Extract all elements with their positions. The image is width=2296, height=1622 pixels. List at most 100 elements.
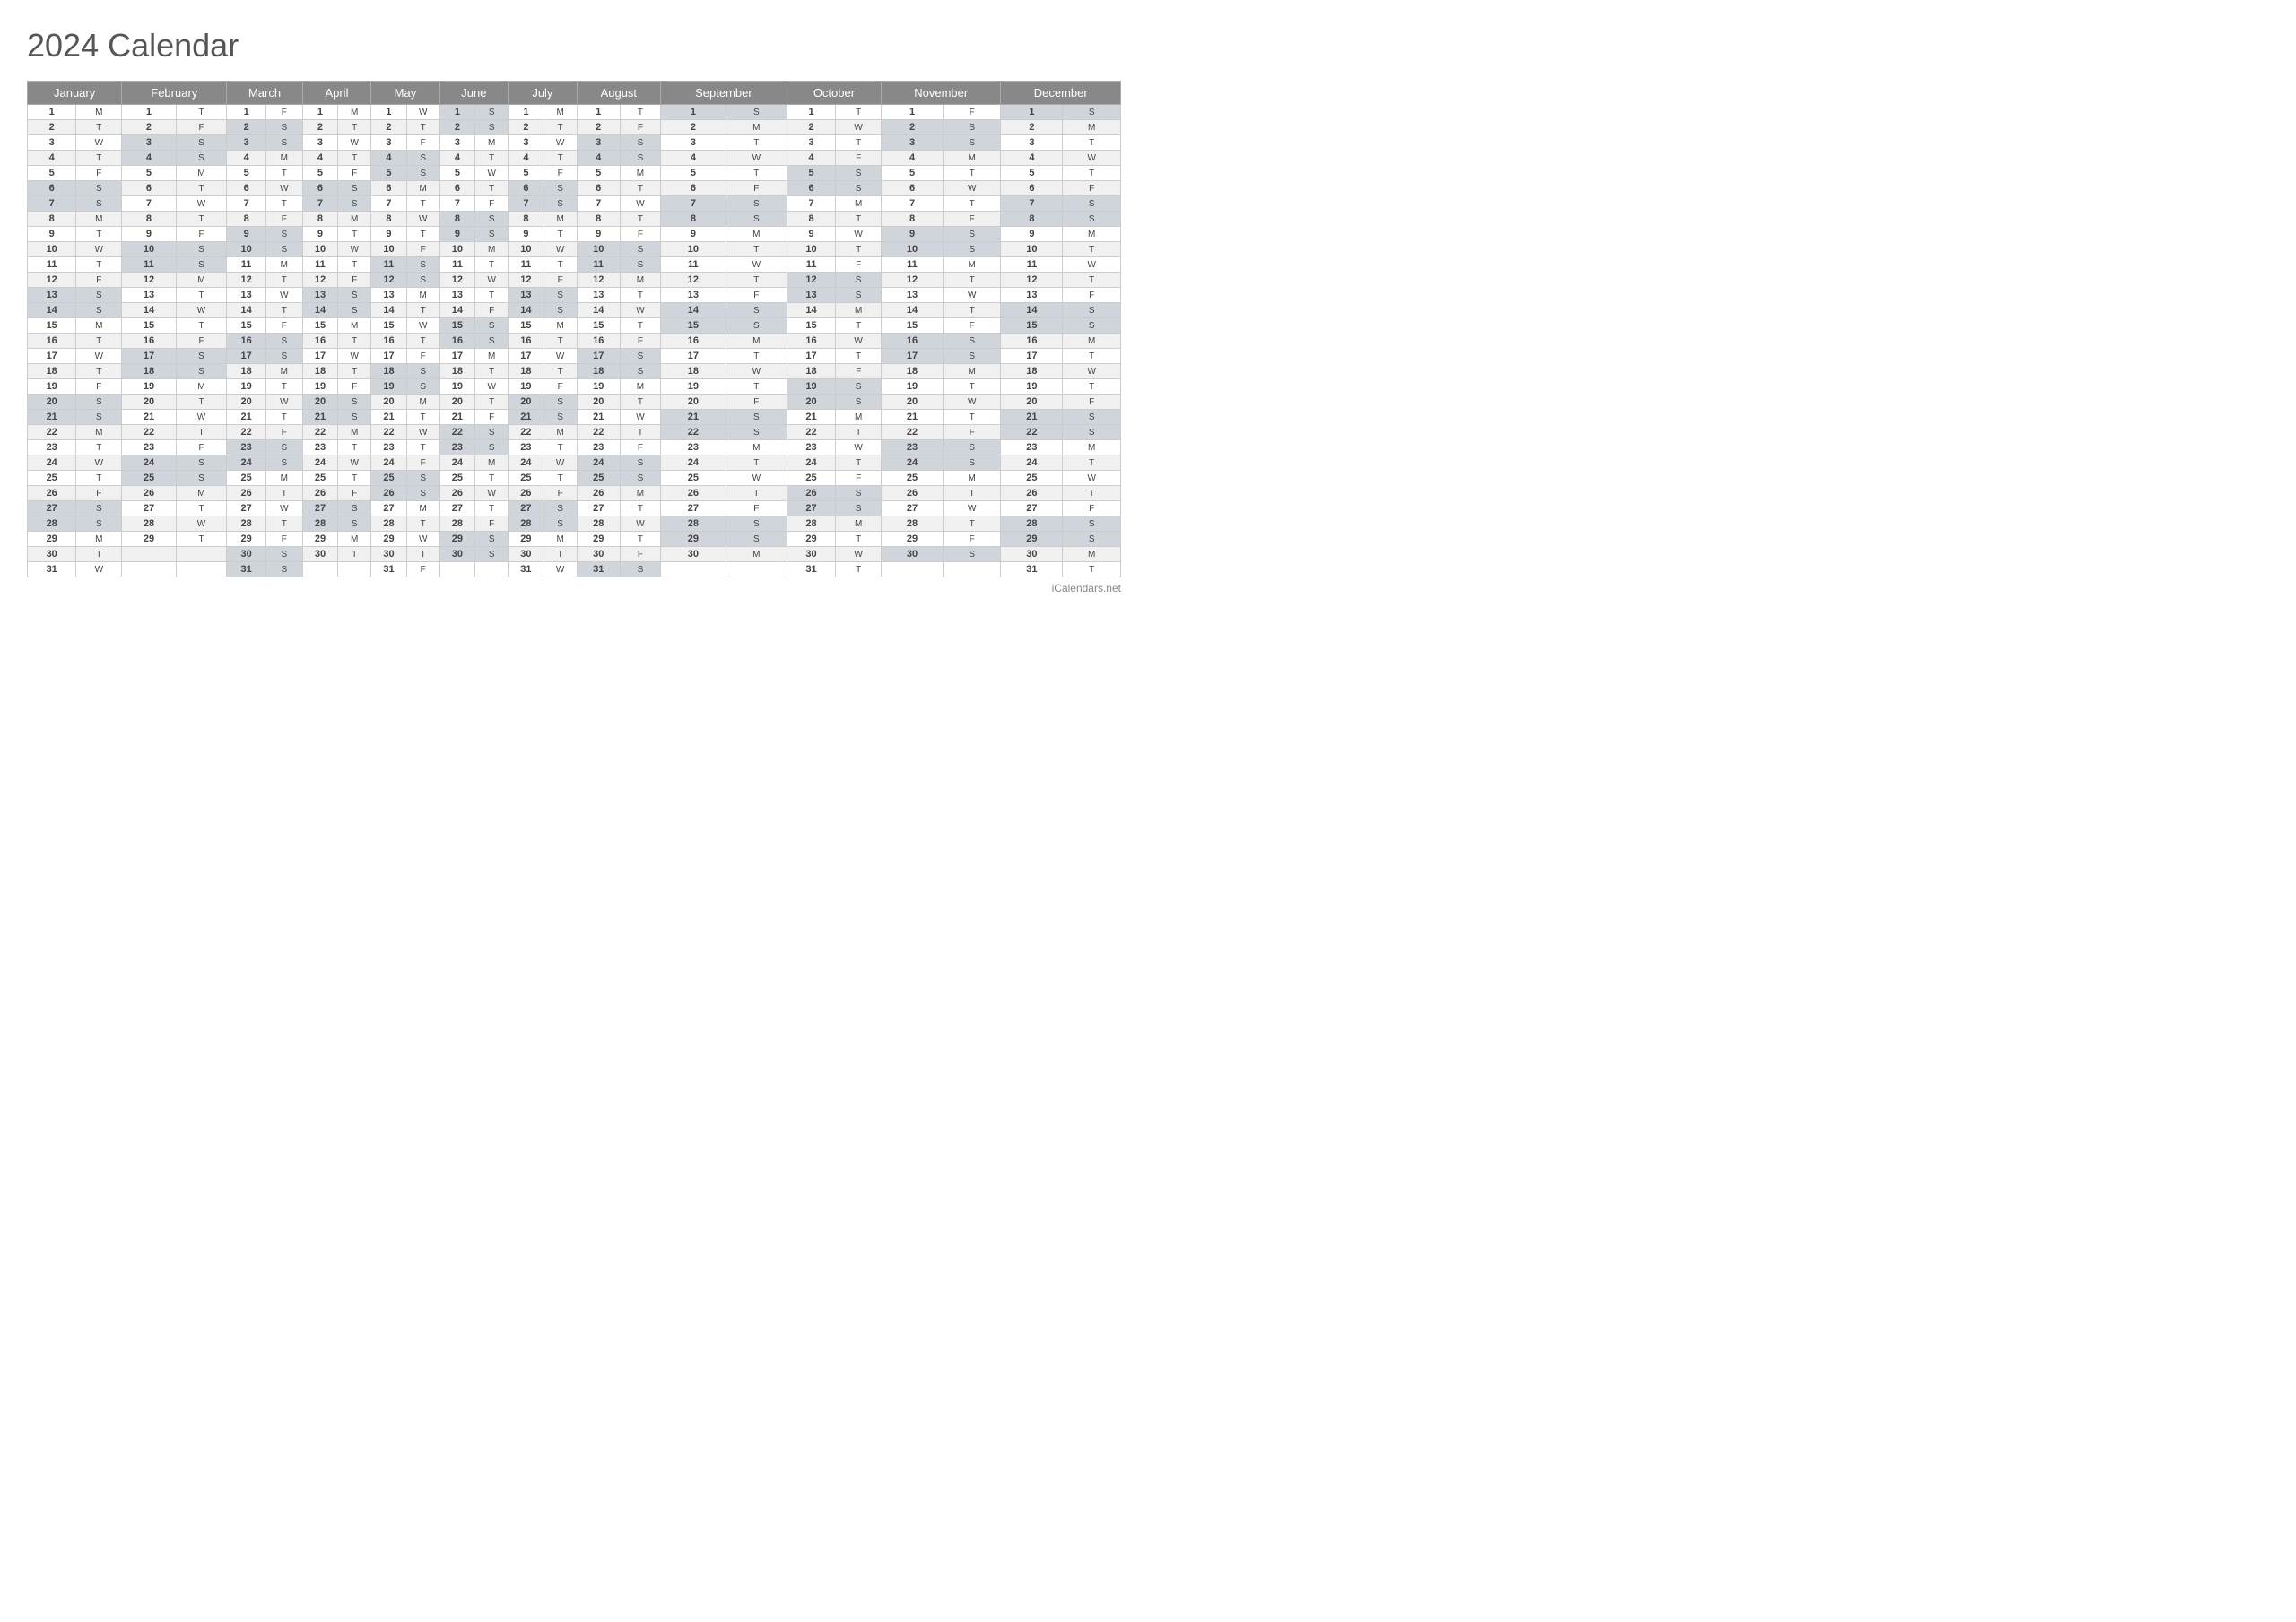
day-letter: W [836, 440, 882, 455]
day-letter: W [836, 227, 882, 242]
day-letter: T [76, 334, 122, 349]
day-num: 21 [122, 410, 177, 425]
day-num: 18 [509, 364, 544, 379]
day-num: 12 [882, 273, 944, 288]
day-num: 22 [122, 425, 177, 440]
day-letter: S [836, 379, 882, 395]
day-letter: T [620, 288, 660, 303]
day-num: 24 [122, 455, 177, 471]
day-letter: S [265, 547, 302, 562]
day-num: 26 [122, 486, 177, 501]
day-num: 24 [439, 455, 475, 471]
day-num: 14 [227, 303, 266, 318]
day-num: 1 [509, 105, 544, 120]
day-letter: T [176, 501, 227, 516]
day-letter: T [544, 120, 577, 135]
day-num: 28 [371, 516, 407, 532]
day-num: 14 [882, 303, 944, 318]
day-letter: S [1063, 425, 1121, 440]
day-letter: T [76, 257, 122, 273]
day-letter: T [76, 120, 122, 135]
day-letter: M [620, 273, 660, 288]
day-letter: F [406, 562, 439, 577]
day-letter: T [726, 273, 787, 288]
day-num: 28 [122, 516, 177, 532]
day-num: 22 [439, 425, 475, 440]
day-letter: M [76, 425, 122, 440]
day-letter: T [338, 151, 371, 166]
day-letter: T [836, 349, 882, 364]
day-num: 17 [882, 349, 944, 364]
day-num: 8 [509, 212, 544, 227]
day-letter: T [265, 273, 302, 288]
day-letter: M [544, 105, 577, 120]
day-num: 18 [577, 364, 620, 379]
day-num: 17 [227, 349, 266, 364]
day-letter: T [76, 547, 122, 562]
day-letter: S [726, 318, 787, 334]
day-letter: S [76, 410, 122, 425]
day-letter: M [620, 379, 660, 395]
day-letter: W [620, 303, 660, 318]
day-num: 9 [661, 227, 726, 242]
day-letter: F [544, 273, 577, 288]
day-num: 8 [227, 212, 266, 227]
day-num: 30 [577, 547, 620, 562]
day-num: 17 [302, 349, 338, 364]
day-num: 29 [28, 532, 76, 547]
day-letter [176, 547, 227, 562]
day-letter: T [176, 105, 227, 120]
day-num: 13 [661, 288, 726, 303]
day-num: 27 [122, 501, 177, 516]
month-header-february: February [122, 82, 227, 105]
day-letter: M [338, 318, 371, 334]
day-num: 28 [227, 516, 266, 532]
day-num [882, 562, 944, 577]
day-num: 1 [577, 105, 620, 120]
day-letter: W [836, 120, 882, 135]
day-num: 22 [1001, 425, 1063, 440]
day-letter: F [265, 318, 302, 334]
day-num: 12 [227, 273, 266, 288]
day-letter: S [544, 303, 577, 318]
day-letter: T [176, 395, 227, 410]
day-num: 27 [1001, 501, 1063, 516]
day-num: 22 [787, 425, 835, 440]
day-num: 25 [661, 471, 726, 486]
day-num: 16 [28, 334, 76, 349]
day-letter: W [338, 455, 371, 471]
day-num: 28 [28, 516, 76, 532]
month-header-may: May [371, 82, 439, 105]
day-letter: S [338, 501, 371, 516]
day-letter: W [544, 242, 577, 257]
day-num: 6 [577, 181, 620, 196]
day-letter [475, 562, 509, 577]
day-letter: S [76, 501, 122, 516]
day-num: 17 [28, 349, 76, 364]
day-letter: S [406, 471, 439, 486]
day-num: 3 [371, 135, 407, 151]
day-num: 19 [439, 379, 475, 395]
day-num: 23 [787, 440, 835, 455]
day-letter: M [836, 410, 882, 425]
day-letter: W [406, 532, 439, 547]
day-num: 17 [787, 349, 835, 364]
day-letter: S [176, 242, 227, 257]
day-num: 4 [1001, 151, 1063, 166]
day-letter: T [406, 120, 439, 135]
day-num: 13 [787, 288, 835, 303]
day-num: 19 [509, 379, 544, 395]
day-num: 23 [882, 440, 944, 455]
day-letter: T [176, 318, 227, 334]
day-letter: S [1063, 318, 1121, 334]
day-num: 4 [509, 151, 544, 166]
day-letter: W [338, 242, 371, 257]
day-letter: M [726, 227, 787, 242]
day-letter: S [836, 395, 882, 410]
day-num: 13 [882, 288, 944, 303]
month-header-january: January [28, 82, 122, 105]
day-letter: S [406, 486, 439, 501]
day-num: 26 [371, 486, 407, 501]
day-num: 30 [1001, 547, 1063, 562]
day-letter: F [943, 425, 1000, 440]
